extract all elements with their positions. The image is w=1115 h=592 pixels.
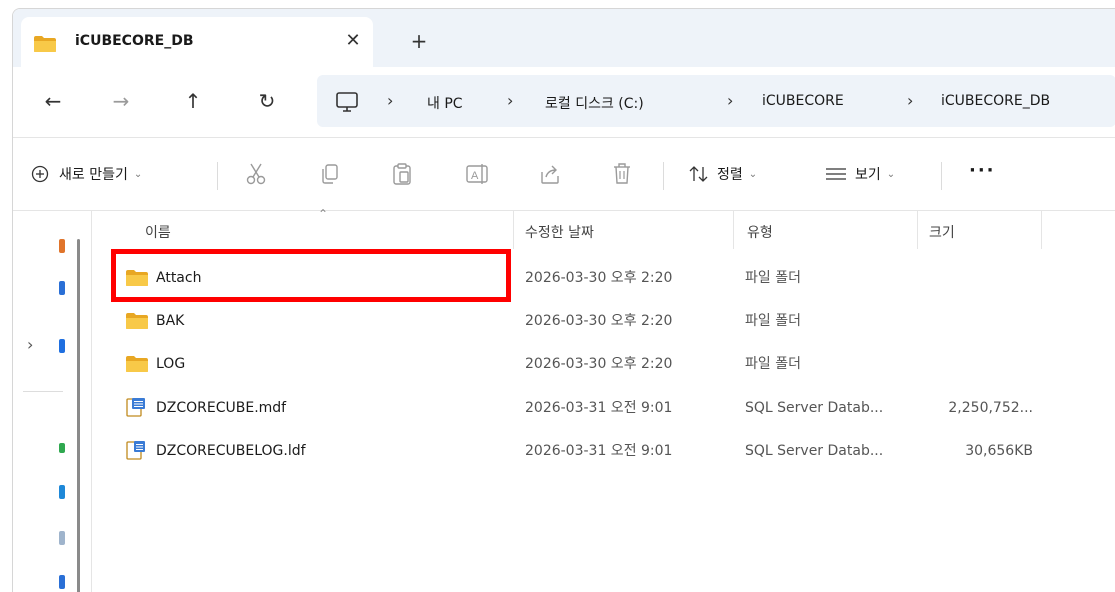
cut-icon[interactable] [245,162,267,186]
sort-button-label: 정렬 [717,167,743,183]
new-button-label: 새로 만들기 [59,167,128,183]
file-size: 2,250,752... [948,400,1033,416]
file-name[interactable]: BAK [156,300,184,342]
column-header-name[interactable]: 이름 [145,211,171,255]
file-modified: 2026-03-31 오전 9:01 [525,400,673,416]
up-icon[interactable]: ↑ [175,83,211,119]
nav-divider [23,391,63,392]
new-button[interactable]: 새로 만들기 ⌄ [31,158,142,190]
database-file-icon [126,441,145,460]
folder-icon [126,270,148,286]
navigation-pane: › [13,211,93,592]
plus-circle-icon [31,165,49,183]
file-name[interactable]: Attach [156,257,201,299]
folder-icon [34,36,56,52]
file-row-bak[interactable]: BAK 2026-03-30 오후 2:20 파일 폴더 [93,300,1115,342]
breadcrumb-separator: › [507,91,514,110]
pictures-icon[interactable] [59,575,65,589]
view-button-label: 보기 [855,167,881,183]
navigation-bar: ← → ↑ ↻ › 내 PC › 로컬 디스크 (C:) › iCUBECORE… [13,67,1115,137]
breadcrumb-my-pc[interactable]: 내 PC [427,93,463,113]
breadcrumb-icubecore[interactable]: iCUBECORE [762,93,844,109]
breadcrumb-separator: › [727,91,734,110]
pc-icon [336,92,358,112]
sort-button[interactable]: 정렬 ⌄ [689,158,757,190]
file-name[interactable]: DZCORECUBE.mdf [156,387,286,429]
folder-icon [126,313,148,329]
share-icon[interactable] [539,162,561,186]
folder-icon [126,356,148,372]
home-icon[interactable] [59,239,65,253]
view-list-icon [826,168,846,180]
chevron-down-icon: ⌄ [886,168,896,180]
more-options-button[interactable]: ··· [969,160,996,181]
file-modified: 2026-03-31 오전 9:01 [525,443,673,459]
file-type: 파일 폴더 [745,356,801,372]
file-modified: 2026-03-30 오후 2:20 [525,270,673,286]
toolbar-divider [941,162,942,190]
command-bar: 새로 만들기 ⌄ A 정렬 ⌄ 보기 ⌄ ··· [13,138,1115,210]
paste-icon[interactable] [391,162,413,186]
onedrive-icon[interactable] [59,339,65,353]
pane-divider [91,211,92,592]
file-size [929,343,1033,385]
breadcrumb-separator: › [387,91,394,110]
file-row-attach[interactable]: Attach 2026-03-30 오후 2:20 파일 폴더 [93,257,1115,299]
navigation-pane-scrollbar[interactable] [77,239,80,592]
new-tab-button[interactable]: + [405,27,433,55]
breadcrumb-local-disk[interactable]: 로컬 디스크 (C:) [545,93,644,113]
desktop-icon[interactable] [59,443,65,453]
file-type: SQL Server Datab... [745,400,884,416]
file-name[interactable]: DZCORECUBELOG.ldf [156,430,306,472]
sort-ascending-icon: ⌃ [318,207,329,221]
back-icon[interactable]: ← [35,83,71,119]
file-type: 파일 폴더 [745,313,801,329]
file-type: SQL Server Datab... [745,443,884,459]
breadcrumb-icubecore-db[interactable]: iCUBECORE_DB [941,93,1050,109]
column-divider[interactable] [917,211,918,249]
tab-icubecore-db[interactable]: iCUBECORE_DB ✕ [21,17,373,67]
file-size [929,257,1033,299]
svg-text:A: A [471,170,479,182]
toolbar-divider [663,162,664,190]
file-type: 파일 폴더 [745,270,801,286]
toolbar-divider [217,162,218,190]
chevron-down-icon: ⌄ [133,168,143,180]
database-file-icon [126,398,145,417]
file-modified: 2026-03-30 오후 2:20 [525,356,673,372]
sort-icon [689,166,708,182]
forward-icon[interactable]: → [103,83,139,119]
downloads-icon[interactable] [59,485,65,499]
chevron-right-icon[interactable]: › [27,335,33,354]
file-name[interactable]: LOG [156,343,185,385]
breadcrumb-separator: › [907,91,914,110]
delete-icon[interactable] [611,162,633,186]
tab-title: iCUBECORE_DB [75,33,194,49]
column-divider[interactable] [1041,211,1042,249]
file-size [929,300,1033,342]
chevron-down-icon: ⌄ [748,168,758,180]
column-header-modified[interactable]: 수정한 날짜 [525,211,594,255]
view-button[interactable]: 보기 ⌄ [825,158,895,190]
column-divider[interactable] [733,211,734,249]
file-modified: 2026-03-30 오후 2:20 [525,313,673,329]
file-explorer-window: iCUBECORE_DB ✕ + ← → ↑ ↻ › 내 PC › 로컬 디스크… [12,8,1115,592]
close-tab-icon[interactable]: ✕ [339,27,367,55]
copy-icon[interactable] [319,162,341,186]
tab-strip: iCUBECORE_DB ✕ + [13,9,1115,67]
file-row-dzcorecubelog-ldf[interactable]: DZCORECUBELOG.ldf 2026-03-31 오전 9:01 SQL… [93,430,1115,472]
gallery-icon[interactable] [59,281,65,295]
rename-icon[interactable]: A [465,162,491,186]
file-row-dzcorecube-mdf[interactable]: DZCORECUBE.mdf 2026-03-31 오전 9:01 SQL Se… [93,387,1115,429]
file-size: 30,656KB [965,443,1033,459]
column-divider[interactable] [513,211,514,249]
column-header-size[interactable]: 크기 [929,211,955,255]
address-bar[interactable]: › 내 PC › 로컬 디스크 (C:) › iCUBECORE › iCUBE… [317,75,1115,127]
refresh-icon[interactable]: ↻ [249,83,285,119]
column-header-type[interactable]: 유형 [747,211,773,255]
documents-icon[interactable] [59,531,65,545]
file-row-log[interactable]: LOG 2026-03-30 오후 2:20 파일 폴더 [93,343,1115,385]
